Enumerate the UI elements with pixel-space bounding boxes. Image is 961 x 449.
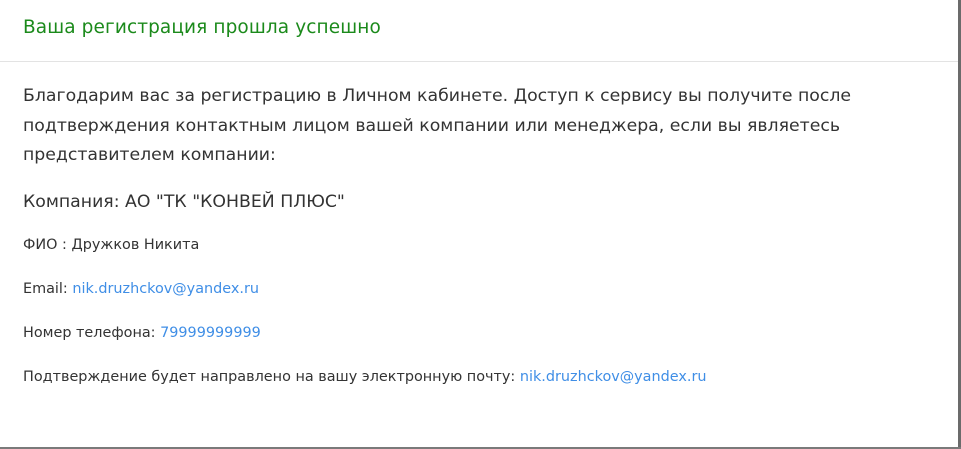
confirmation-line: Подтверждение будет направлено на вашу э… — [23, 368, 935, 386]
phone-link[interactable]: 79999999999 — [160, 325, 261, 341]
registration-success-dialog: Ваша регистрация прошла успешно Благодар… — [0, 0, 958, 447]
dialog-body: Благодарим вас за регистрацию в Личном к… — [0, 82, 958, 386]
company-line: Компания: АО "ТК "КОНВЕЙ ПЛЮС" — [23, 191, 345, 212]
email-link[interactable]: nik.druzhckov@yandex.ru — [72, 281, 259, 297]
phone-label: Номер телефона: — [23, 324, 161, 341]
fio-line: ФИО : Дружков Никита — [23, 236, 200, 253]
dialog-title: Ваша регистрация прошла успешно — [23, 17, 381, 38]
email-line: Email: nik.druzhckov@yandex.ru — [23, 280, 935, 298]
intro-text: Благодарим вас за регистрацию в Личном к… — [23, 86, 852, 165]
phone-line: Номер телефона: 79999999999 — [23, 324, 935, 342]
email-label: Email: — [23, 280, 73, 297]
confirmation-label: Подтверждение будет направлено на вашу э… — [23, 368, 520, 385]
confirmation-email-link[interactable]: nik.druzhckov@yandex.ru — [520, 369, 707, 385]
dialog-header: Ваша регистрация прошла успешно — [0, 0, 958, 62]
